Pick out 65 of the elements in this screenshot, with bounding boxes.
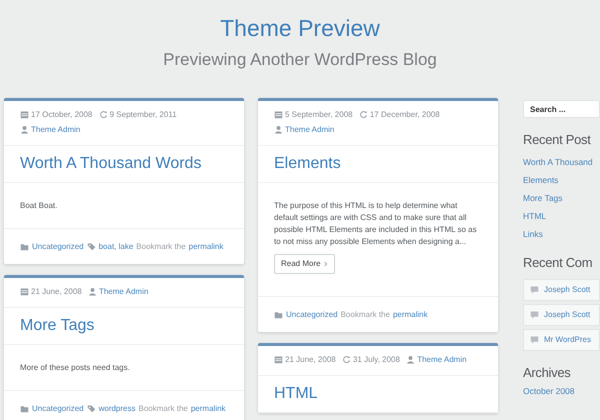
archive-link[interactable]: October 2008 xyxy=(523,384,600,398)
tag-icon xyxy=(86,242,96,251)
widget-heading: Archives xyxy=(523,364,572,381)
post-author-link[interactable]: Theme Admin xyxy=(285,123,334,136)
bookmark-text: Bookmark the xyxy=(340,309,390,321)
refresh-icon xyxy=(98,110,108,119)
category-link[interactable]: Uncategorized xyxy=(32,240,84,253)
tag-icon xyxy=(86,404,96,413)
post-author-link[interactable]: Theme Admin xyxy=(417,353,467,366)
folder-icon xyxy=(20,404,29,413)
widget-heading: Recent Com xyxy=(523,255,594,272)
person-icon xyxy=(406,355,416,364)
calendar-icon xyxy=(20,110,29,119)
comment-icon xyxy=(530,285,539,294)
recent-post-link[interactable]: Links xyxy=(523,228,600,242)
post-date: 5 September, 2008 xyxy=(285,109,353,121)
person-icon xyxy=(88,287,97,296)
person-icon xyxy=(20,125,29,134)
calendar-icon xyxy=(274,110,283,119)
site-title[interactable]: Theme Preview xyxy=(220,14,380,43)
category-link[interactable]: Uncategorized xyxy=(32,402,84,415)
refresh-icon xyxy=(358,110,368,119)
comment-author-link[interactable]: Mr WordPres xyxy=(544,334,591,346)
calendar-icon xyxy=(274,355,283,364)
post-updated-date: 31 July, 2008 xyxy=(352,354,400,366)
post-author-link[interactable]: Theme Admin xyxy=(98,285,148,298)
folder-icon xyxy=(20,242,29,251)
folder-icon xyxy=(274,310,283,319)
post-date: 17 October, 2008 xyxy=(31,109,92,121)
person-icon xyxy=(274,125,283,134)
read-more-button[interactable]: Read More xyxy=(274,254,335,274)
recent-post-link[interactable]: HTML xyxy=(523,210,600,224)
recent-post-link[interactable]: Worth A Thousand xyxy=(523,156,600,170)
search-field[interactable]: Search ... xyxy=(523,100,600,118)
permalink-link[interactable]: permalink xyxy=(190,402,226,415)
permalink-link[interactable]: permalink xyxy=(188,240,224,253)
permalink-link[interactable]: permalink xyxy=(392,308,428,321)
post-title[interactable]: HTML xyxy=(258,376,498,413)
bookmark-text: Bookmark the xyxy=(136,241,186,253)
tags-link[interactable]: boat, lake xyxy=(98,240,134,253)
tags-link[interactable]: wordpress xyxy=(98,402,136,415)
comment-author-link[interactable]: Joseph Scott xyxy=(544,284,590,296)
site-tagline: Previewing Another WordPress Blog xyxy=(163,48,437,70)
recent-post-link[interactable]: More Tags xyxy=(523,192,600,206)
comment-author-link[interactable]: Joseph Scott xyxy=(544,308,590,320)
post-excerpt: The purpose of this HTML is to help determine what default settings are with CSS and to make sure that all possible HTML Elements are included in this HTML so as to not miss any possible Elements when designing a... xyxy=(274,200,478,248)
post-updated-date: 17 December, 2008 xyxy=(370,109,440,121)
comment-icon xyxy=(530,310,539,319)
post-updated-date: 9 September, 2011 xyxy=(110,109,177,121)
post-title[interactable]: More Tags xyxy=(4,308,244,345)
post-date: 21 June, 2008 xyxy=(31,286,82,298)
post-excerpt: More of these posts need tags. xyxy=(20,362,131,374)
comment-icon xyxy=(530,335,539,344)
refresh-icon xyxy=(342,355,351,364)
post-title[interactable]: Elements xyxy=(258,146,498,183)
bookmark-text: Bookmark the xyxy=(138,403,188,415)
calendar-icon xyxy=(20,287,29,296)
post-excerpt: Boat Boat. xyxy=(20,200,58,212)
post-date: 21 June, 2008 xyxy=(285,354,336,366)
widget-heading: Recent Post xyxy=(523,132,592,148)
category-link[interactable]: Uncategorized xyxy=(286,308,338,321)
recent-post-link[interactable]: Elements xyxy=(523,174,600,188)
post-author-link[interactable]: Theme Admin xyxy=(31,123,80,136)
post-title[interactable]: Worth A Thousand Words xyxy=(4,146,244,183)
chevron-icon xyxy=(324,261,328,267)
